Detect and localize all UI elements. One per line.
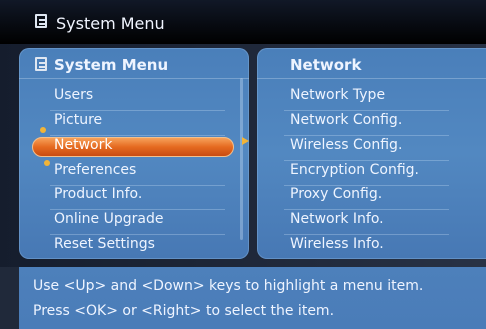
submenu-item-proxy-config[interactable]: Proxy Config. bbox=[290, 186, 382, 202]
system-menu-screen: System Menu System Menu Users Picture Ne… bbox=[0, 0, 486, 329]
submenu-item-encryption-config[interactable]: Encryption Config. bbox=[290, 162, 419, 178]
document-icon bbox=[35, 57, 47, 71]
menu-item-users[interactable]: Users bbox=[54, 87, 93, 103]
separator bbox=[50, 209, 225, 210]
dot-icon bbox=[40, 127, 46, 133]
menu-item-online-upgrade[interactable]: Online Upgrade bbox=[54, 211, 163, 227]
submenu-item-network-info[interactable]: Network Info. bbox=[290, 211, 384, 227]
separator bbox=[50, 135, 225, 136]
right-panel-title: Network bbox=[290, 56, 362, 74]
menu-area: System Menu Users Picture Network Prefer… bbox=[0, 44, 486, 267]
menu-item-reset-settings[interactable]: Reset Settings bbox=[54, 236, 155, 252]
help-text-line-2: Press <OK> or <Right> to select the item… bbox=[33, 303, 335, 319]
document-icon bbox=[35, 14, 47, 28]
menu-item-network[interactable]: Network bbox=[54, 137, 112, 153]
left-panel-header: System Menu bbox=[19, 48, 249, 79]
separator bbox=[284, 135, 449, 136]
separator bbox=[284, 209, 449, 210]
submenu-item-network-config[interactable]: Network Config. bbox=[290, 112, 402, 128]
left-scroll-track[interactable] bbox=[240, 78, 243, 240]
submenu-item-wireless-info[interactable]: Wireless Info. bbox=[290, 236, 384, 252]
window-title: System Menu bbox=[56, 14, 165, 33]
separator bbox=[284, 110, 449, 111]
menu-item-product-info[interactable]: Product Info. bbox=[54, 186, 142, 202]
separator bbox=[50, 110, 225, 111]
separator bbox=[284, 160, 449, 161]
menu-item-preferences[interactable]: Preferences bbox=[54, 162, 136, 178]
help-footer: Use <Up> and <Down> keys to highlight a … bbox=[19, 267, 486, 329]
left-menu-panel: System Menu Users Picture Network Prefer… bbox=[19, 48, 249, 259]
submenu-item-network-type[interactable]: Network Type bbox=[290, 87, 385, 103]
left-panel-title: System Menu bbox=[54, 56, 169, 74]
submenu-item-wireless-config[interactable]: Wireless Config. bbox=[290, 137, 402, 153]
help-text-line-1: Use <Up> and <Down> keys to highlight a … bbox=[33, 278, 424, 294]
separator bbox=[50, 234, 225, 235]
right-submenu-panel: Network Network Type Network Config. Wir… bbox=[257, 48, 486, 259]
menu-item-picture[interactable]: Picture bbox=[54, 112, 102, 128]
top-title-bar: System Menu bbox=[0, 0, 486, 44]
separator bbox=[284, 234, 449, 235]
left-bezel bbox=[0, 267, 19, 329]
right-panel-header: Network bbox=[257, 48, 486, 79]
right-arrow-icon bbox=[242, 137, 249, 145]
dot-icon bbox=[44, 160, 50, 166]
